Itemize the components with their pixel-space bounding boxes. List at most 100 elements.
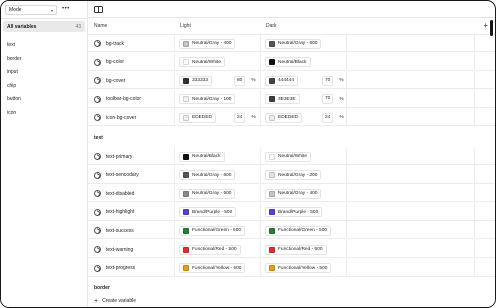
value-chip[interactable]: 3E3E3E (265, 94, 300, 105)
value-chip[interactable]: Neutral/White (179, 57, 226, 68)
column-divider (346, 53, 347, 70)
opacity-input[interactable]: 80 (234, 75, 246, 86)
sidebar-item-group[interactable]: icon (7, 109, 21, 123)
variable-name-cell[interactable]: icon-bg-cover (94, 109, 136, 126)
column-divider (474, 35, 475, 51)
create-variable-label: Create variable (102, 298, 136, 304)
more-options-icon[interactable]: ••• (62, 6, 70, 12)
table-row[interactable]: bg-track Neutral/Gray - 400 Neutral/Gray -… (88, 35, 495, 52)
sidebar-item-group[interactable]: chip (7, 82, 21, 96)
value-label: Neutral/Gray - 600 (278, 41, 318, 46)
sidebar-item-group[interactable]: input (7, 68, 21, 82)
color-variable-icon (94, 246, 101, 253)
table-row[interactable]: text-primary Neutral/Black Neutral/White (88, 148, 495, 165)
table-row[interactable]: icon-bg-cover EDEDED 24% EDEDED 24% (88, 109, 495, 127)
value-label: Functional/Yellow - 500 (278, 265, 328, 271)
variable-name: text-sencodary (106, 172, 139, 179)
value-chip[interactable]: Neutral/Black (265, 57, 311, 68)
opacity-value[interactable]: 70% (322, 94, 344, 105)
opacity-input[interactable]: 24 (322, 112, 334, 123)
scrollbar[interactable] (490, 20, 493, 36)
opacity-input[interactable]: 24 (234, 112, 246, 123)
variable-name-cell[interactable]: text-progress (94, 260, 135, 277)
value-chip[interactable]: 333333 (179, 75, 213, 86)
column-divider (474, 259, 475, 276)
opacity-value[interactable]: 24% (322, 112, 344, 123)
value-chip[interactable]: Neutral/Gray - 500 (179, 188, 236, 199)
color-variable-icon (94, 77, 101, 85)
color-swatch (269, 265, 275, 272)
value-chip[interactable]: Neutral/Gray - 600 (265, 38, 322, 49)
value-chip[interactable]: Neutral/Black (179, 151, 225, 162)
variable-name-cell[interactable]: text-highlight (94, 204, 134, 221)
variable-name-cell[interactable]: text-sencodary (94, 167, 139, 184)
value-chip[interactable]: Functional/Yellow - 500 (265, 263, 332, 274)
color-variable-icon (94, 227, 101, 235)
value-chip[interactable]: Neutral/White (265, 151, 312, 162)
add-mode-icon[interactable]: + (483, 18, 488, 35)
variable-name-cell[interactable]: bg-track (94, 35, 124, 52)
variable-name-cell[interactable]: bg-color (94, 54, 124, 71)
color-swatch (183, 172, 189, 179)
value-chip[interactable]: Functional/Red - 500 (265, 244, 327, 255)
sidebar-item-all-variables[interactable]: All variables 43 (3, 21, 85, 32)
value-chip[interactable]: Functional/Red - 500 (179, 244, 241, 255)
variable-name-cell[interactable]: text-disabled (94, 185, 134, 202)
table-row[interactable]: text-success Functional/Green - 500 Functi… (88, 222, 495, 240)
value-chip[interactable]: Neutral/Gray - 600 (179, 170, 236, 181)
column-divider (474, 90, 475, 107)
value-chip[interactable]: Functional/Green - 500 (265, 225, 332, 236)
value-label: Functional/Yellow - 500 (192, 265, 242, 271)
variable-name-cell[interactable]: toolbar-bg-color (94, 91, 141, 108)
column-divider (346, 222, 347, 239)
value-label: 444444 (278, 78, 295, 84)
table-row[interactable]: text-warning Functional/Red - 500 Function… (88, 241, 495, 258)
variable-name-cell[interactable]: text-primary (94, 148, 132, 165)
opacity-value[interactable]: 24% (234, 112, 256, 123)
toggle-sidebar-icon[interactable] (94, 6, 103, 13)
value-chip[interactable]: Neutral/Gray - 400 (179, 38, 236, 49)
group-list: text border input chip button icon (7, 41, 21, 122)
sidebar-item-group[interactable]: button (7, 95, 21, 109)
value-chip[interactable]: Neutral/Gray - 100 (179, 94, 236, 105)
opacity-input[interactable]: 70 (322, 94, 334, 105)
sidebar-item-group[interactable]: text (7, 41, 21, 55)
color-variable-icon (94, 95, 101, 103)
color-variable-icon (94, 208, 101, 216)
column-divider (346, 166, 347, 183)
opacity-input[interactable]: 70 (322, 75, 334, 86)
color-swatch (269, 227, 275, 234)
variable-name: text-progress (106, 265, 136, 272)
opacity-value[interactable]: 80% (234, 75, 256, 86)
variable-name-cell[interactable]: bg-cover (94, 72, 125, 89)
opacity-value[interactable]: 70% (322, 75, 344, 86)
value-chip[interactable]: 444444 (265, 75, 299, 86)
create-variable-button[interactable]: + Create variable (88, 295, 495, 307)
sidebar-item-group[interactable]: border (7, 55, 21, 69)
value-chip[interactable]: EDEDED (265, 112, 302, 123)
variable-name-cell[interactable]: text-success (94, 222, 134, 239)
value-chip[interactable]: Functional/Yellow - 500 (179, 263, 246, 274)
value-chip[interactable]: EDEDED (179, 112, 216, 123)
color-variable-icon (94, 171, 101, 179)
value-chip[interactable]: Neutral/Gray - 400 (265, 188, 322, 199)
table-row[interactable]: bg-cover 333333 80% 444444 70% (88, 72, 495, 90)
value-chip[interactable]: Brand/Purple - 500 (265, 207, 323, 218)
table-row[interactable]: text-progress Functional/Yellow - 500 Func… (88, 259, 495, 277)
table-row[interactable]: toolbar-bg-color Neutral/Gray - 100 3E3E3E… (88, 90, 495, 108)
value-chip[interactable]: Neutral/Gray - 200 (265, 170, 322, 181)
value-chip[interactable]: Functional/Green - 500 (179, 225, 246, 236)
value-chip[interactable]: Brand/Purple - 500 (179, 207, 237, 218)
column-divider (346, 259, 347, 276)
table-row[interactable]: bg-color Neutral/White Neutral/Black (88, 53, 495, 71)
value-label: Brand/Purple - 500 (192, 209, 233, 215)
table-row[interactable]: text-highlight Brand/Purple - 500 Brand/Pu… (88, 203, 495, 221)
mode-select[interactable]: Mode ▾ (5, 5, 57, 15)
column-divider (174, 148, 175, 164)
table-row[interactable]: text-sencodary Neutral/Gray - 600 Neutral/… (88, 166, 495, 184)
color-variable-icon (94, 190, 101, 198)
variable-name-cell[interactable]: text-warning (94, 241, 133, 258)
color-swatch (183, 209, 189, 216)
color-swatch (183, 265, 189, 272)
table-row[interactable]: text-disabled Neutral/Gray - 500 Neutral/G… (88, 185, 495, 203)
